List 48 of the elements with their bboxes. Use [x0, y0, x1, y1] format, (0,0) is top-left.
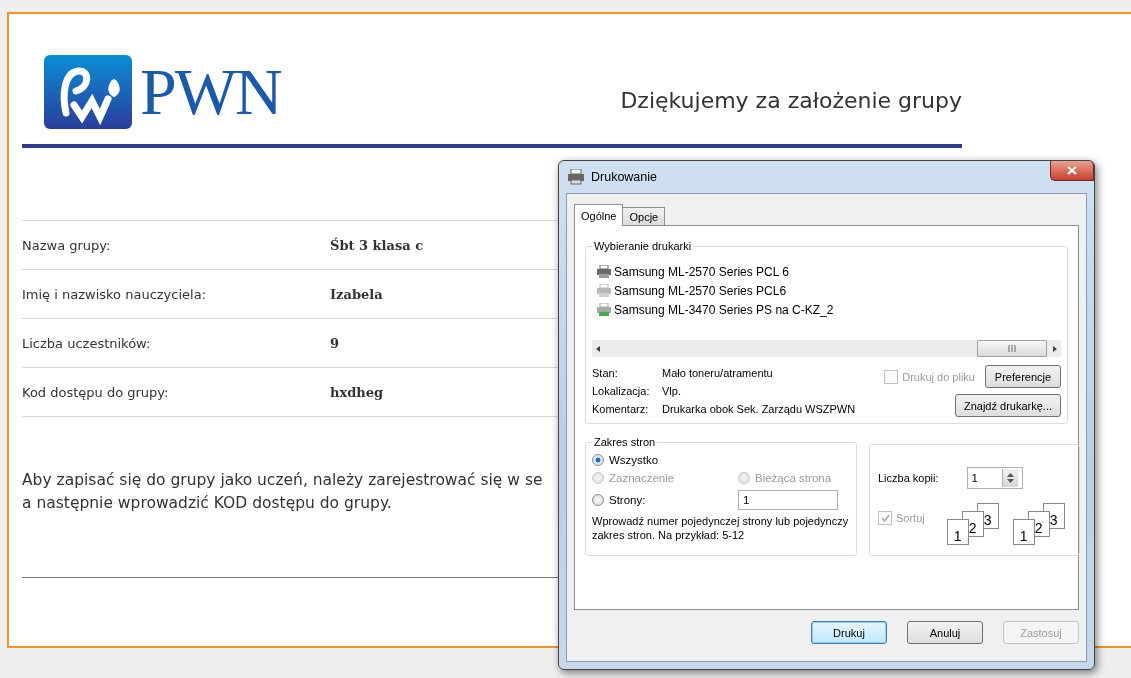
find-printer-button[interactable]: Znajdź drukarkę... — [954, 394, 1061, 417]
detail-value: hxdheg — [330, 384, 384, 400]
radio-option[interactable]: Wszystko — [592, 454, 659, 466]
info-value: Vlp. — [662, 385, 682, 397]
dialog-button[interactable]: Anuluj — [907, 621, 983, 644]
detail-label: Imię i nazwisko nauczyciela: — [22, 286, 207, 302]
hint-text: Wprowadź numer pojedynczej strony lub pojedynczy zakres stron. Na przykład: 5-12 — [592, 514, 850, 542]
dialog-title: Drukowanie — [591, 170, 657, 184]
info-label: Lokalizacja: — [592, 385, 651, 397]
spin-arrows-icon — [1006, 472, 1014, 484]
preferences-button[interactable]: Preferencje — [985, 365, 1061, 388]
instruction-text: Aby zapisać się do grupy jako uczeń, należy zarejestrować się w se a następnie wprowadzić KOD dostępu do grupy. — [22, 470, 543, 514]
checkmark-icon — [880, 514, 890, 522]
printer-item[interactable]: Samsung ML-2570 Series PCL 6 — [596, 262, 1061, 281]
group-title: Wybieranie drukarki — [593, 240, 693, 252]
radio-option[interactable]: Strony: — [592, 494, 646, 506]
logo-icon — [44, 55, 132, 129]
copies-label: Liczba kopii: — [878, 472, 939, 484]
tab[interactable]: Opcje — [622, 207, 666, 226]
printer-icon — [596, 302, 612, 317]
info-value: Mało toneru/atramentu — [662, 367, 774, 379]
detail-label: Kod dostępu do grupy: — [22, 384, 170, 400]
printer-item[interactable]: Samsung ML-2570 Series PCL6 — [596, 281, 1061, 300]
printer-icon — [596, 283, 612, 298]
printer-icon — [596, 264, 612, 279]
close-icon — [1067, 166, 1077, 175]
tab[interactable]: Ogólne — [574, 204, 624, 226]
dialog-button[interactable]: Drukuj — [811, 621, 887, 644]
printer-item[interactable]: Samsung ML-3470 Series PS na C-KZ_2 — [596, 300, 1061, 319]
printer-icon — [567, 169, 585, 185]
scrollbar-thumb[interactable] — [977, 340, 1047, 357]
radio-dot[interactable] — [592, 454, 604, 466]
close-button[interactable] — [1050, 161, 1094, 181]
info-value: Drukarka obok Sek. Zarządu WSZPWN — [662, 403, 857, 415]
detail-label: Nazwa grupy: — [22, 237, 112, 253]
copies-spinner[interactable]: 1 — [966, 467, 1023, 489]
detail-value: Śbt 3 klasa c — [330, 237, 424, 253]
info-label: Stan: — [592, 367, 619, 379]
grip-icon — [1008, 345, 1016, 352]
info-label: Komentarz: — [592, 403, 650, 415]
group-title: Zakres stron — [593, 436, 657, 448]
radio-dot[interactable] — [592, 494, 604, 506]
page-heading: Dziękujemy za założenie grupy — [620, 86, 962, 113]
logo-text: PWN — [140, 59, 281, 125]
pages-field[interactable]: 1 — [738, 490, 838, 510]
detail-label: Liczba uczestników: — [22, 335, 152, 351]
detail-value: 9 — [330, 335, 340, 351]
detail-value: Izabela — [330, 286, 383, 302]
